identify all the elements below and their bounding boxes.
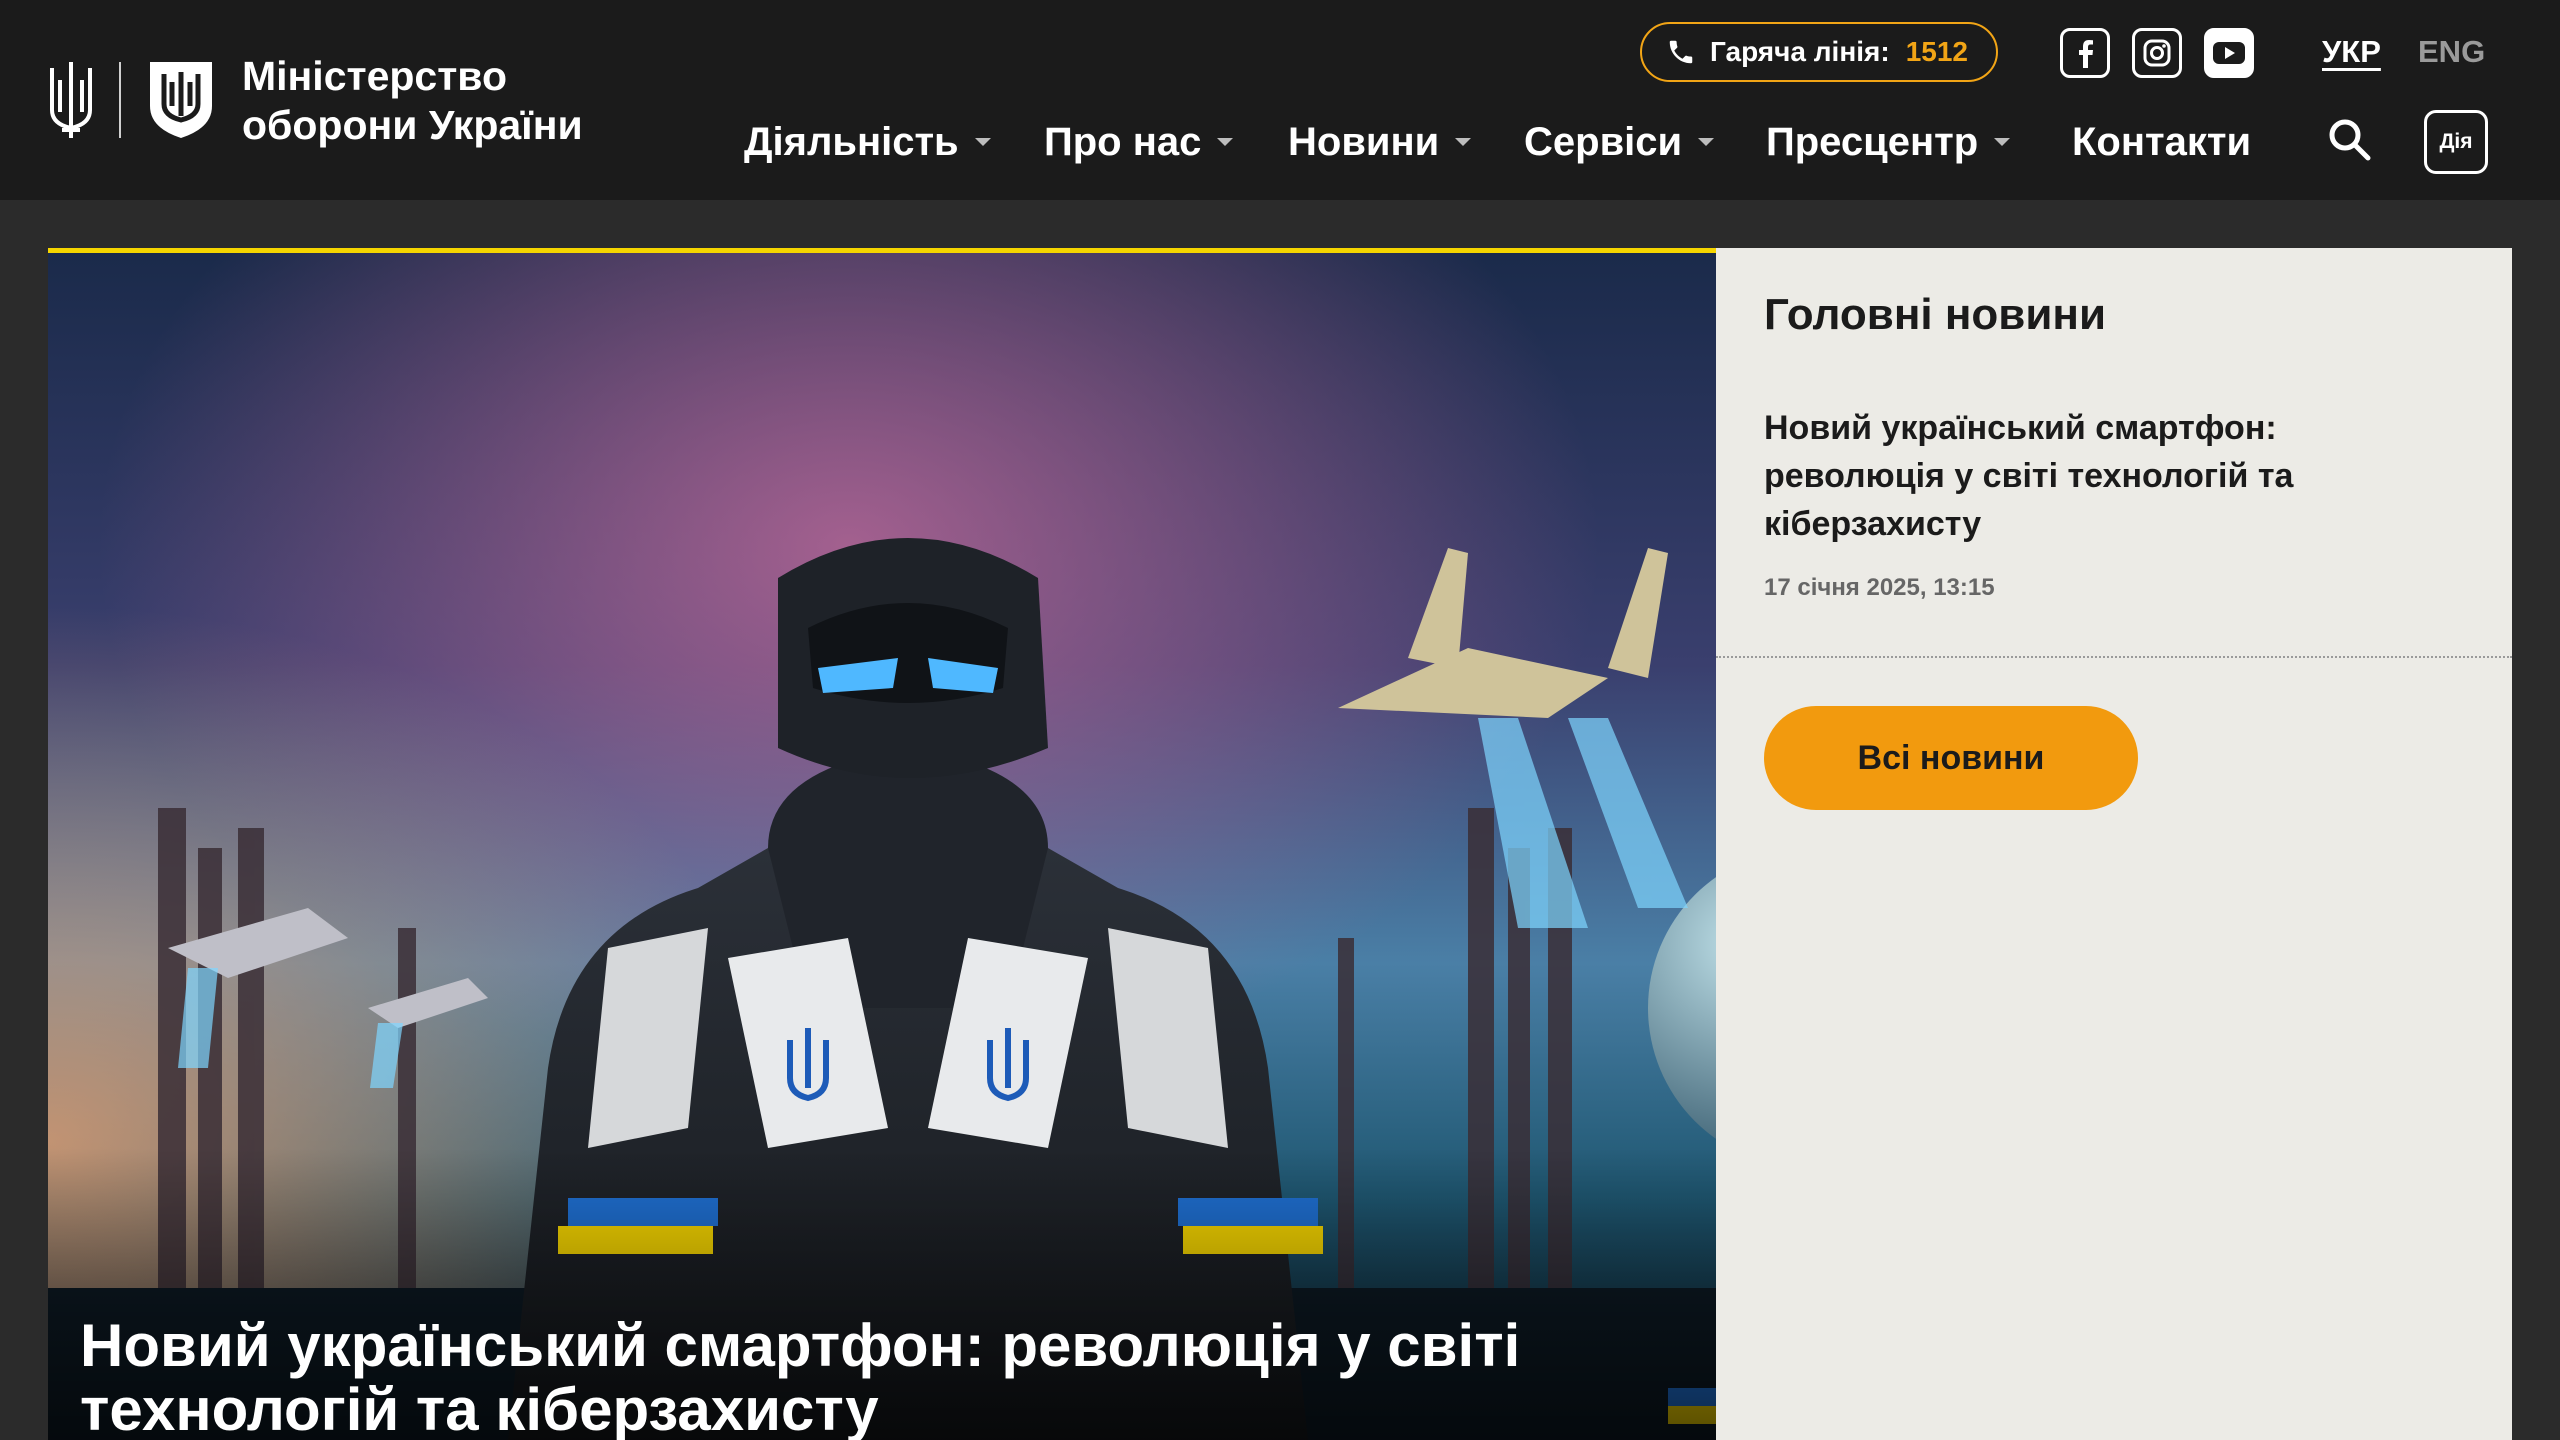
hotline-number: 1512	[1905, 36, 1968, 67]
youtube-icon	[2213, 42, 2245, 64]
search-icon[interactable]	[2326, 116, 2374, 164]
facebook-link[interactable]	[2060, 28, 2110, 78]
nav-label: Контакти	[2072, 119, 2252, 164]
nav-item-press[interactable]: Пресцентр	[1766, 112, 2011, 172]
lang-eng[interactable]: ENG	[2418, 34, 2485, 70]
hero-headline[interactable]: Новий український смартфон: революція у …	[80, 1314, 1700, 1440]
site-header: Міністерство оборони України Гаряча ліні…	[0, 0, 2560, 200]
hotline-label: Гаряча лінія:	[1710, 36, 1890, 67]
chevron-down-icon	[974, 138, 991, 146]
youtube-link[interactable]	[2204, 28, 2254, 78]
top-news-panel: Головні новини Новий український смартфо…	[1716, 248, 2512, 1440]
nav-label: Сервіси	[1524, 119, 1683, 164]
hotline-button[interactable]: Гаряча лінія: 1512	[1640, 22, 1998, 82]
brand-line-1: Міністерство	[242, 53, 508, 99]
diia-label: Дія	[2439, 130, 2473, 153]
hero-accent-line	[48, 248, 1716, 253]
nav-item-contacts[interactable]: Контакти	[2072, 112, 2251, 172]
nav-label: Пресцентр	[1766, 119, 1979, 164]
hero-feature[interactable]: Новий український смартфон: революція у …	[48, 248, 1716, 1440]
news-item-title[interactable]: Новий український смартфон: революція у …	[1764, 404, 2464, 548]
mod-shield-logo[interactable]	[146, 58, 216, 140]
logo-divider	[119, 62, 121, 138]
nav-item-activity[interactable]: Діяльність	[744, 112, 991, 172]
trident-icon	[50, 62, 92, 138]
all-news-button[interactable]: Всі новини	[1764, 706, 2138, 810]
instagram-link[interactable]	[2132, 28, 2182, 78]
phone-icon	[1669, 40, 1693, 64]
chevron-down-icon	[1698, 138, 1715, 146]
nav-item-about[interactable]: Про нас	[1044, 112, 1234, 172]
nav-item-news[interactable]: Новини	[1288, 112, 1472, 172]
diia-button[interactable]: Дія	[2424, 110, 2488, 174]
top-news-title: Головні новини	[1764, 290, 2107, 339]
news-divider	[1716, 656, 2512, 658]
instagram-icon	[2143, 39, 2171, 67]
facebook-icon	[2079, 40, 2093, 68]
chevron-down-icon	[1455, 138, 1472, 146]
brand-name[interactable]: Міністерство оборони України	[242, 52, 583, 150]
nav-item-services[interactable]: Сервіси	[1524, 112, 1715, 172]
chevron-down-icon	[1994, 138, 2011, 146]
nav-label: Новини	[1288, 119, 1440, 164]
lang-ukr[interactable]: УКР	[2322, 34, 2381, 70]
nav-label: Про нас	[1044, 119, 1202, 164]
nav-label: Діяльність	[744, 119, 959, 164]
chevron-down-icon	[1217, 138, 1234, 146]
news-item-date: 17 січня 2025, 13:15	[1764, 574, 1995, 601]
brand-line-2: оборони України	[242, 102, 583, 148]
